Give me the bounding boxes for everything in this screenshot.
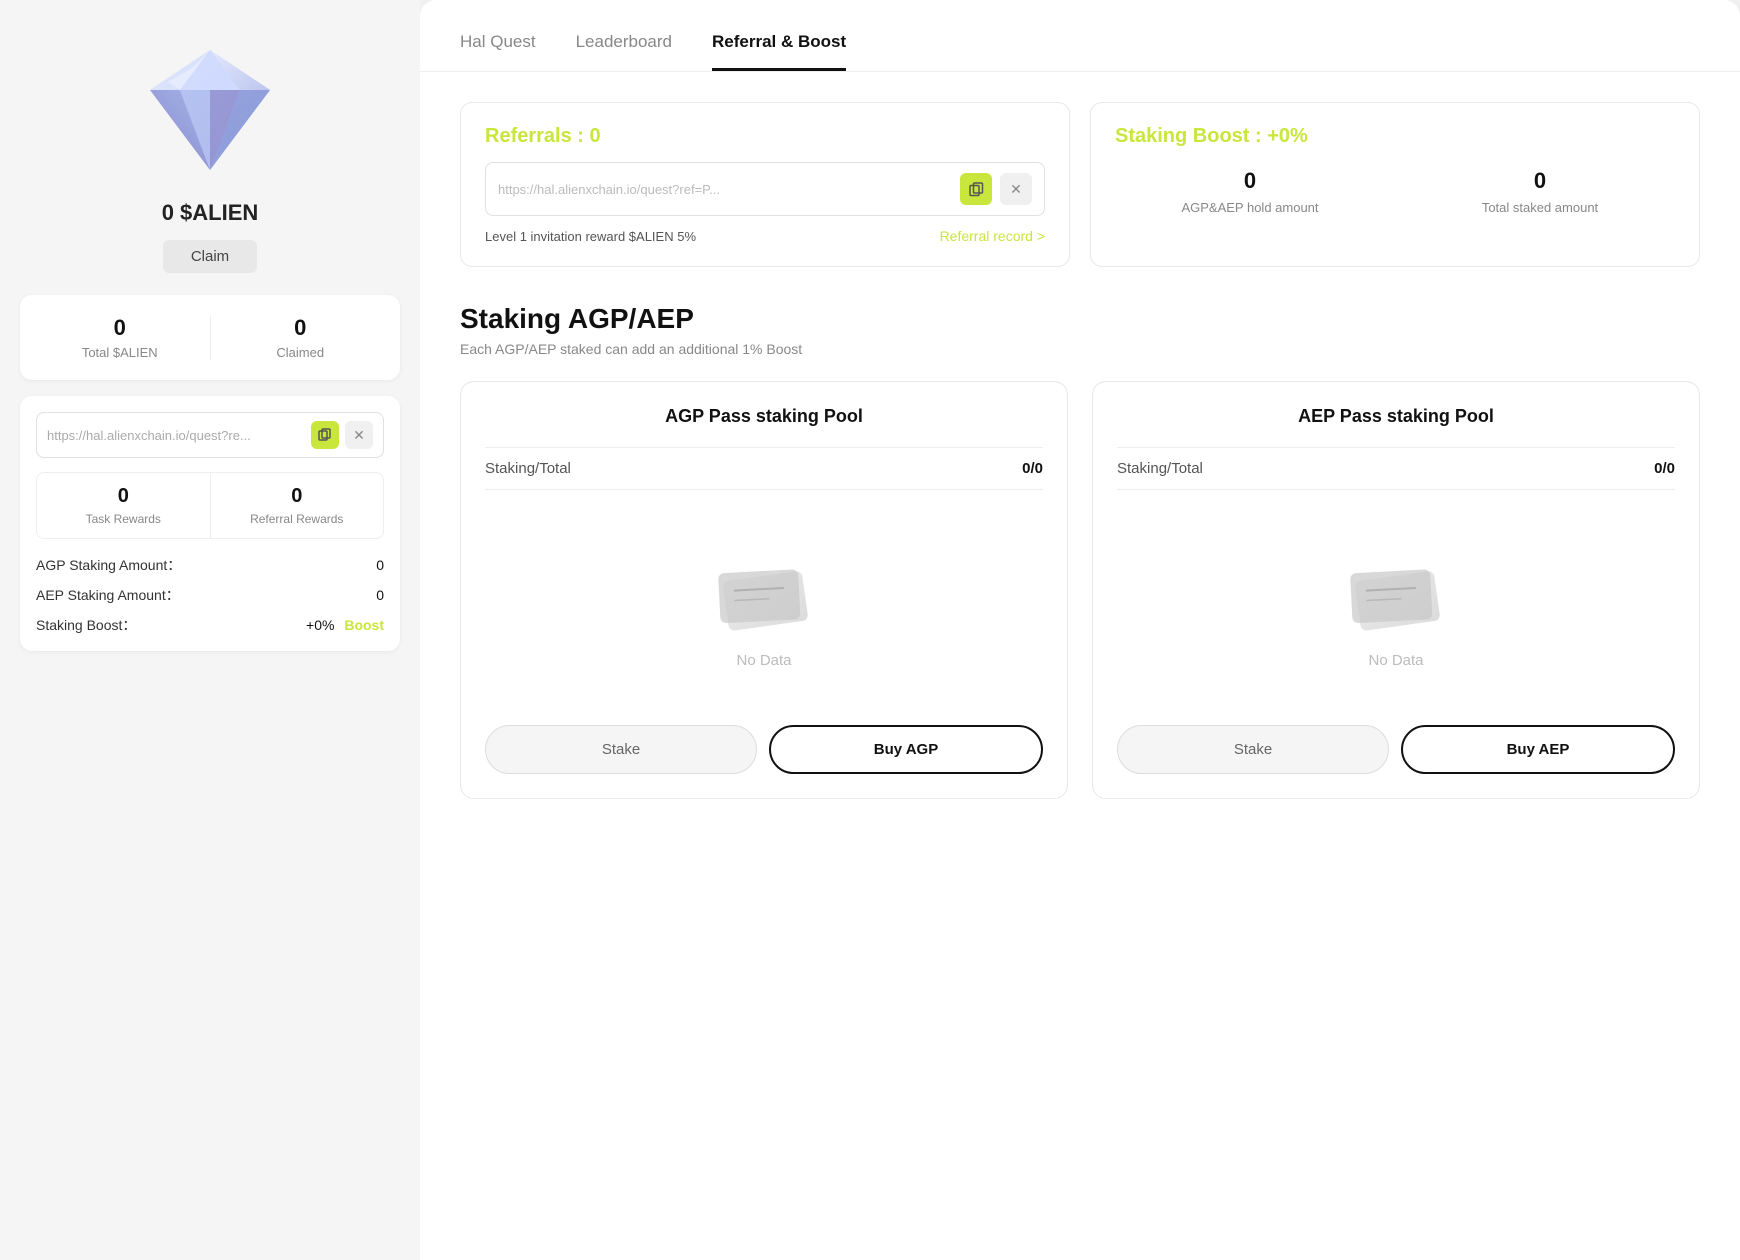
agp-buy-button[interactable]: Buy AGP: [769, 725, 1043, 774]
aep-staking-total-row: Staking/Total 0/0: [1117, 447, 1675, 490]
agp-stake-button[interactable]: Stake: [485, 725, 757, 774]
task-rewards-item: 0 Task Rewards: [37, 473, 210, 538]
left-close-button[interactable]: ✕: [345, 421, 373, 449]
task-rewards-label: Task Rewards: [45, 512, 202, 526]
main-content: Referrals : 0 https://hal.alienxchain.io…: [420, 72, 1740, 1260]
aep-stake-button[interactable]: Stake: [1117, 725, 1389, 774]
referral-rewards-label: Referral Rewards: [219, 512, 376, 526]
stats-card: 0 Total $ALIEN 0 Claimed: [20, 295, 400, 380]
agp-staking-total-value: 0/0: [1022, 460, 1043, 477]
agp-pool-title: AGP Pass staking Pool: [485, 406, 1043, 427]
staking-boost-left-value: +0% Boost: [306, 617, 384, 633]
aep-staking-value: 0: [376, 587, 384, 603]
tabs-bar: Hal Quest Leaderboard Referral & Boost: [420, 0, 1740, 72]
staking-subtitle: Each AGP/AEP staked can add an additiona…: [460, 341, 1700, 357]
staking-title: Staking AGP/AEP: [460, 303, 1700, 335]
agp-staking-label: AGP Staking Amount：: [36, 555, 181, 575]
left-referral-url: https://hal.alienxchain.io/quest?re...: [47, 428, 305, 443]
aep-no-data-text: No Data: [1368, 652, 1423, 669]
aep-staking-total-label: Staking/Total: [1117, 460, 1203, 477]
staking-boost-row: Staking Boost： +0% Boost: [36, 615, 384, 635]
right-panel: Hal Quest Leaderboard Referral & Boost R…: [420, 0, 1740, 1260]
referral-rewards-value: 0: [219, 485, 376, 508]
agp-no-data-text: No Data: [736, 652, 791, 669]
aep-pool-title: AEP Pass staking Pool: [1117, 406, 1675, 427]
agp-staking-total-row: Staking/Total 0/0: [485, 447, 1043, 490]
alien-balance: 0 $ALIEN: [162, 200, 259, 226]
agp-staking-row: AGP Staking Amount： 0: [36, 555, 384, 575]
total-staked-label: Total staked amount: [1405, 200, 1675, 215]
referrals-bottom-row: Level 1 invitation reward $ALIEN 5% Refe…: [485, 228, 1045, 244]
task-rewards-value: 0: [45, 485, 202, 508]
tab-leaderboard[interactable]: Leaderboard: [576, 32, 672, 71]
staking-section: Staking AGP/AEP Each AGP/AEP staked can …: [460, 303, 1700, 799]
left-copy-button[interactable]: [311, 421, 339, 449]
left-referral-input-row: https://hal.alienxchain.io/quest?re... ✕: [36, 412, 384, 458]
total-alien-label: Total $ALIEN: [30, 345, 210, 360]
boost-link[interactable]: Boost: [344, 617, 384, 633]
agp-aep-value: 0: [1115, 168, 1385, 194]
aep-staking-total-value: 0/0: [1654, 460, 1675, 477]
tab-hal-quest[interactable]: Hal Quest: [460, 32, 536, 71]
claimed-stat: 0 Claimed: [210, 315, 391, 360]
total-staked-value: 0: [1405, 168, 1675, 194]
referrals-input-row: https://hal.alienxchain.io/quest?ref=P..…: [485, 162, 1045, 216]
invitation-text: Level 1 invitation reward $ALIEN 5%: [485, 229, 696, 244]
aep-pool-card: AEP Pass staking Pool Staking/Total 0/0: [1092, 381, 1700, 799]
boost-stats: 0 AGP&AEP hold amount 0 Total staked amo…: [1115, 168, 1675, 215]
referral-rewards-item: 0 Referral Rewards: [210, 473, 384, 538]
claim-button[interactable]: Claim: [163, 240, 257, 273]
agp-staking-value: 0: [376, 557, 384, 573]
aep-no-data-container: No Data: [1117, 506, 1675, 709]
left-staking-info: AGP Staking Amount： 0 AEP Staking Amount…: [36, 555, 384, 635]
staking-boost-left-label: Staking Boost：: [36, 615, 136, 635]
referrals-count: 0: [590, 125, 601, 147]
aep-staking-label: AEP Staking Amount：: [36, 585, 180, 605]
rewards-row: 0 Task Rewards 0 Referral Rewards: [36, 472, 384, 539]
staking-boost-title: Staking Boost : +0%: [1115, 125, 1675, 148]
staking-boost-card: Staking Boost : +0% 0 AGP&AEP hold amoun…: [1090, 102, 1700, 267]
top-cards: Referrals : 0 https://hal.alienxchain.io…: [460, 102, 1700, 267]
referrals-title: Referrals : 0: [485, 125, 1045, 148]
total-alien-stat: 0 Total $ALIEN: [30, 315, 210, 360]
agp-pool-buttons: Stake Buy AGP: [485, 725, 1043, 774]
staking-boost-value: +0%: [1267, 125, 1308, 147]
total-alien-value: 0: [30, 315, 210, 341]
agp-aep-label: AGP&AEP hold amount: [1115, 200, 1385, 215]
aep-pool-buttons: Stake Buy AEP: [1117, 725, 1675, 774]
diamond-icon: [110, 30, 310, 190]
left-panel: 0 $ALIEN Claim 0 Total $ALIEN 0 Claimed …: [0, 0, 420, 1260]
agp-pool-card: AGP Pass staking Pool Staking/Total 0/0: [460, 381, 1068, 799]
agp-staking-total-label: Staking/Total: [485, 460, 571, 477]
referrals-card: Referrals : 0 https://hal.alienxchain.io…: [460, 102, 1070, 267]
aep-staking-row: AEP Staking Amount： 0: [36, 585, 384, 605]
total-staked-stat: 0 Total staked amount: [1405, 168, 1675, 215]
claimed-label: Claimed: [211, 345, 391, 360]
aep-buy-button[interactable]: Buy AEP: [1401, 725, 1675, 774]
agp-no-data-container: No Data: [485, 506, 1043, 709]
referral-record-link[interactable]: Referral record >: [940, 228, 1045, 244]
agp-aep-stat: 0 AGP&AEP hold amount: [1115, 168, 1385, 215]
referrals-copy-button[interactable]: [960, 173, 992, 205]
claimed-value: 0: [211, 315, 391, 341]
referrals-url: https://hal.alienxchain.io/quest?ref=P..…: [498, 182, 952, 197]
tab-referral-boost[interactable]: Referral & Boost: [712, 32, 846, 71]
left-referral-card: https://hal.alienxchain.io/quest?re... ✕…: [20, 396, 400, 651]
referrals-close-button[interactable]: ✕: [1000, 173, 1032, 205]
pools-row: AGP Pass staking Pool Staking/Total 0/0: [460, 381, 1700, 799]
